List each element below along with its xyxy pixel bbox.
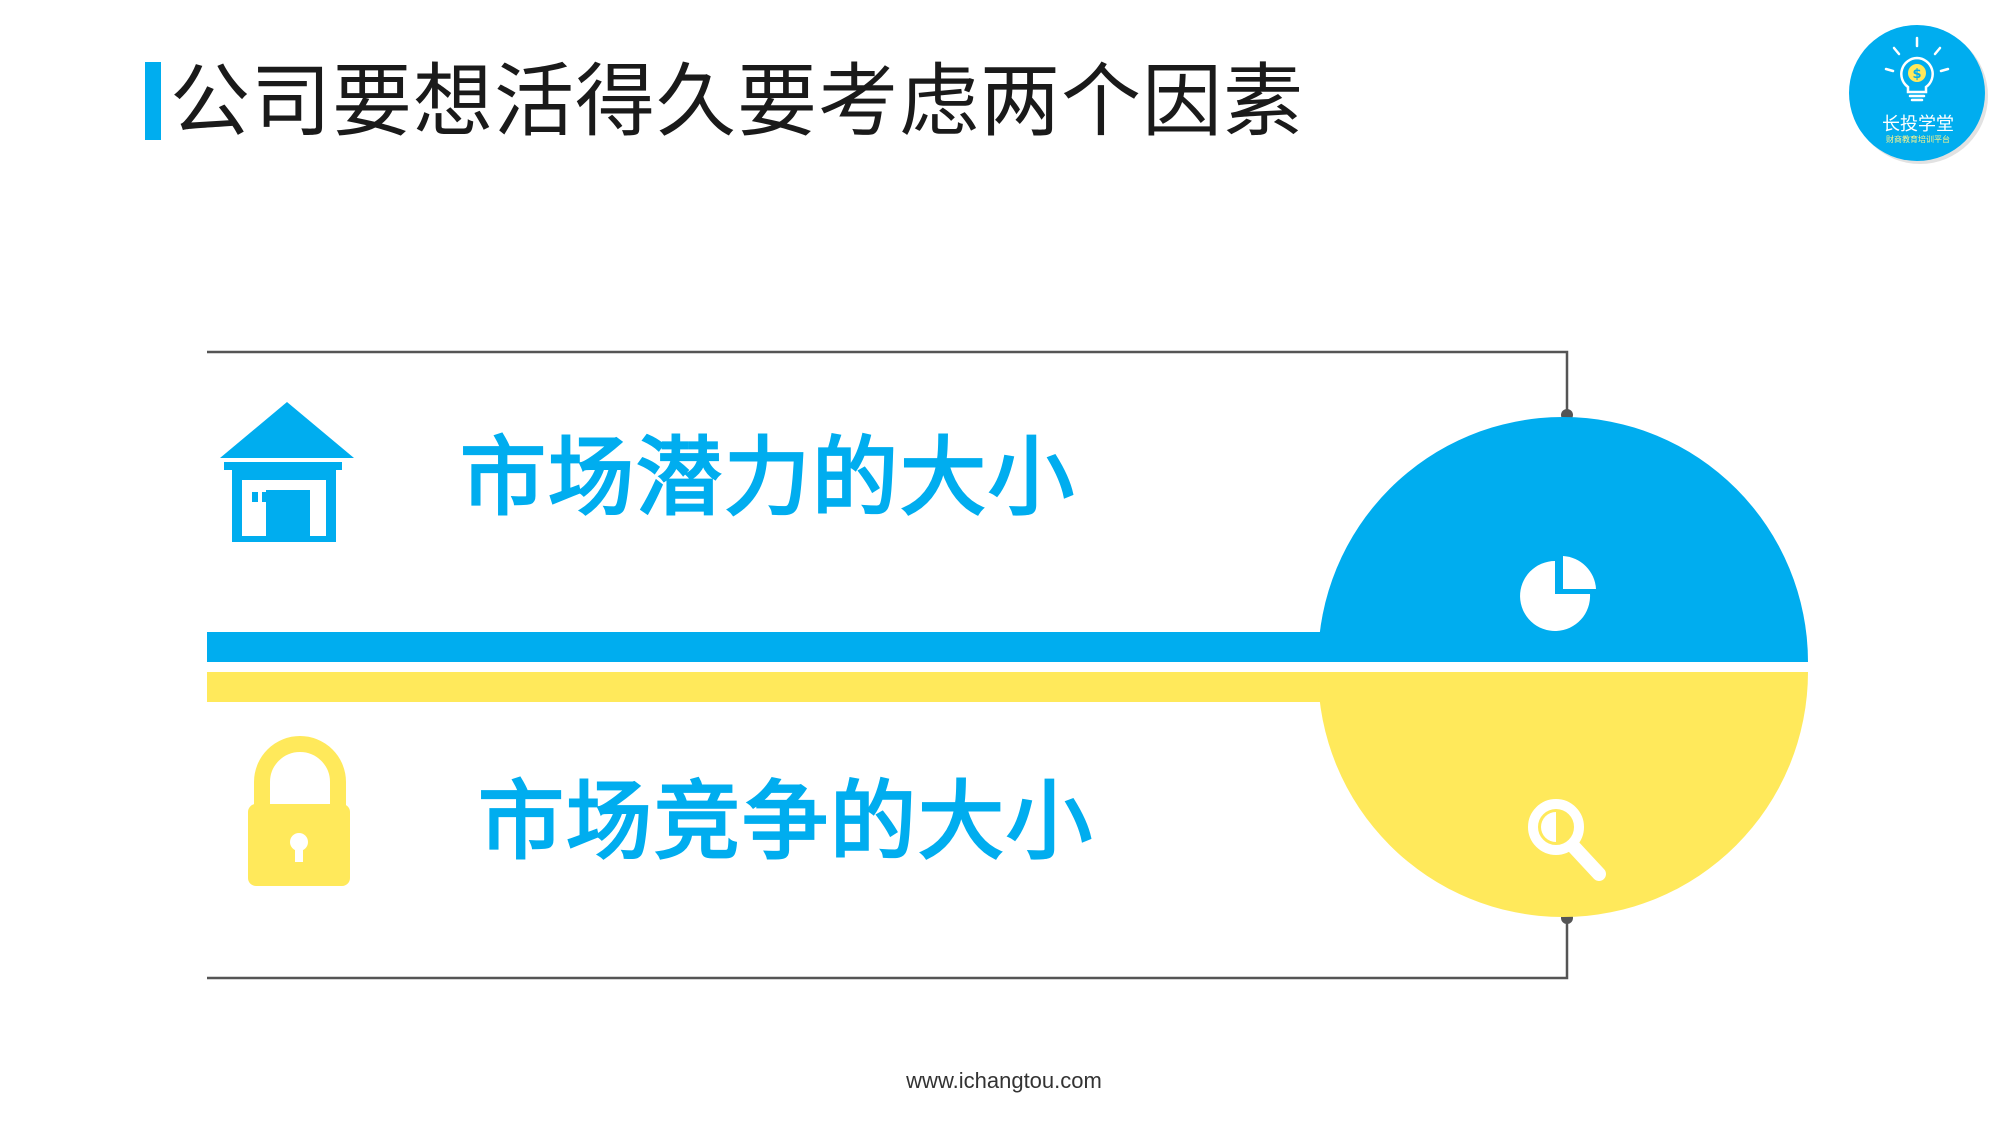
footer-url: www.ichangtou.com — [906, 1068, 1102, 1093]
yellow-divider-band — [207, 672, 1337, 702]
bottom-frame-line — [207, 918, 1569, 980]
factor-market-potential: 市场潜力的大小 — [460, 428, 1076, 528]
blue-divider-band — [207, 632, 1337, 662]
factor-market-competition: 市场竞争的大小 — [478, 772, 1094, 872]
factors-diagram — [207, 350, 1808, 980]
yellow-half-circle — [1318, 672, 1808, 917]
padlock-icon — [248, 736, 350, 886]
house-icon — [220, 402, 354, 542]
top-frame-line — [207, 350, 1569, 415]
